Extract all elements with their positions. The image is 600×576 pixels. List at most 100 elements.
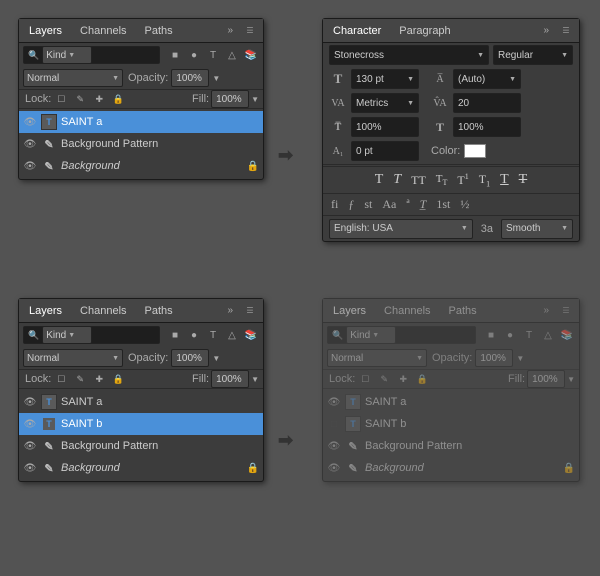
lock-all-icon[interactable]: 🔒 xyxy=(110,91,126,107)
lock-trans-bl[interactable]: ☐ xyxy=(53,371,69,387)
panel-more-bottomleft[interactable]: » xyxy=(227,305,233,316)
opacity-arrow-bottomleft[interactable]: ▼ xyxy=(212,354,220,363)
layer-item-bg-bl[interactable]: 👁 ✎ Background 🔒 xyxy=(19,457,263,479)
filter-smart-icon[interactable]: 📚 xyxy=(243,47,259,63)
tab-character-topright[interactable]: Character xyxy=(329,23,385,39)
eye-icon-saint-a-top[interactable]: 👁 xyxy=(23,115,37,129)
panel-menu-bottomright[interactable]: ☰ xyxy=(559,304,573,318)
eye-icon-bg-top[interactable]: 👁 xyxy=(23,159,37,173)
antialias-select[interactable]: Smooth ▼ xyxy=(501,219,573,239)
tab-paragraph-topright[interactable]: Paragraph xyxy=(395,23,454,39)
lock-all-br[interactable]: 🔒 xyxy=(414,371,430,387)
panel-more-topleft[interactable]: » xyxy=(227,25,233,36)
blend-mode-select-bottomleft[interactable]: Normal ▼ xyxy=(23,349,123,367)
layer-item-bg-pattern-bl[interactable]: 👁 ✎ Background Pattern xyxy=(19,435,263,457)
lock-pos-br[interactable]: ✚ xyxy=(395,371,411,387)
typo-TT-allcaps[interactable]: TT xyxy=(409,172,428,189)
opacity-value-br[interactable]: 100% xyxy=(475,349,513,367)
font-size-input[interactable]: 130 pt ▼ xyxy=(351,69,419,89)
tab-paths-topleft[interactable]: Paths xyxy=(141,23,177,39)
filter-text-icon-bl[interactable]: T xyxy=(205,327,221,343)
eye-icon-bg-pattern-br[interactable]: 👁 xyxy=(327,439,341,453)
lock-image-icon[interactable]: ✎ xyxy=(72,91,88,107)
tab-layers-topleft[interactable]: Layers xyxy=(25,23,66,39)
layer-item-bg-br[interactable]: 👁 ✎ Background 🔒 xyxy=(323,457,579,479)
ot-st[interactable]: st xyxy=(362,196,374,213)
lock-img-br[interactable]: ✎ xyxy=(376,371,392,387)
fill-value-br[interactable]: 100% xyxy=(527,370,565,388)
filter-pixel-icon-br[interactable]: ■ xyxy=(483,327,499,343)
eye-icon-bg-br[interactable]: 👁 xyxy=(327,461,341,475)
panel-menu-topleft[interactable]: ☰ xyxy=(243,24,257,38)
typo-T-under[interactable]: T xyxy=(498,171,511,189)
scale-v-input[interactable]: 100% xyxy=(453,117,521,137)
panel-menu-topright[interactable]: ☰ xyxy=(559,24,573,38)
opacity-value-bottomleft[interactable]: 100% xyxy=(171,349,209,367)
tab-layers-bottomleft[interactable]: Layers xyxy=(25,303,66,319)
lock-img-bl[interactable]: ✎ xyxy=(72,371,88,387)
search-box-bottomright[interactable]: 🔍 Kind ▼ xyxy=(327,326,476,344)
kerning-input[interactable]: Metrics ▼ xyxy=(351,93,419,113)
lock-trans-br[interactable]: ☐ xyxy=(357,371,373,387)
panel-more-bottomright[interactable]: » xyxy=(543,305,549,316)
tab-channels-topleft[interactable]: Channels xyxy=(76,23,130,39)
blend-mode-select-topleft[interactable]: Normal ▼ xyxy=(23,69,123,87)
leading-input[interactable]: (Auto) ▼ xyxy=(453,69,521,89)
eye-icon-saint-a-bl[interactable]: 👁 xyxy=(23,395,37,409)
font-style-input[interactable]: Regular ▼ xyxy=(493,45,573,65)
eye-icon-bg-pattern-top[interactable]: 👁 xyxy=(23,137,37,151)
lock-position-icon[interactable]: ✚ xyxy=(91,91,107,107)
color-swatch[interactable] xyxy=(464,144,486,158)
font-family-input[interactable]: Stonecross ▼ xyxy=(329,45,489,65)
tab-paths-bottomleft[interactable]: Paths xyxy=(141,303,177,319)
kind-select-br[interactable]: Kind ▼ xyxy=(346,326,396,344)
ot-frac2[interactable]: ½ xyxy=(458,196,471,213)
ot-frac[interactable]: ƒ xyxy=(346,196,356,213)
eye-icon-saint-a-br[interactable]: 👁 xyxy=(327,395,341,409)
panel-more-topright[interactable]: » xyxy=(543,25,549,36)
filter-smart-icon-bl[interactable]: 📚 xyxy=(243,327,259,343)
layer-item-saint-b-br[interactable]: □ T SAINT b xyxy=(323,413,579,435)
search-box-bottomleft[interactable]: 🔍 Kind ▼ xyxy=(23,326,160,344)
tab-channels-bottomright[interactable]: Channels xyxy=(380,303,434,319)
tab-layers-bottomright[interactable]: Layers xyxy=(329,303,370,319)
filter-adj-icon-br[interactable]: ● xyxy=(502,327,518,343)
ot-aa[interactable]: Aa xyxy=(380,196,398,213)
scale-h-input[interactable]: 100% xyxy=(351,117,419,137)
baseline-input[interactable]: 0 pt xyxy=(351,141,419,161)
ot-ordinal[interactable]: 1st xyxy=(434,196,452,213)
filter-text-icon-br[interactable]: T xyxy=(521,327,537,343)
language-select[interactable]: English: USA ▼ xyxy=(329,219,473,239)
blend-mode-select-br[interactable]: Normal ▼ xyxy=(327,349,427,367)
tab-paths-bottomright[interactable]: Paths xyxy=(445,303,481,319)
filter-pixel-icon[interactable]: ■ xyxy=(167,47,183,63)
tracking-input[interactable]: 20 xyxy=(453,93,521,113)
opacity-arrow-br[interactable]: ▼ xyxy=(516,354,524,363)
fill-arrow-topleft[interactable]: ▼ xyxy=(251,95,259,104)
filter-pixel-icon-bl[interactable]: ■ xyxy=(167,327,183,343)
eye-icon-bg-pattern-bl[interactable]: 👁 xyxy=(23,439,37,453)
layer-item-saint-a-top[interactable]: 👁 T SAINT a xyxy=(19,111,263,133)
filter-adj-icon-bl[interactable]: ● xyxy=(186,327,202,343)
fill-value-topleft[interactable]: 100% xyxy=(211,90,249,108)
layer-item-bg-pattern-top[interactable]: 👁 ✎ Background Pattern xyxy=(19,133,263,155)
filter-shape-icon-bl[interactable]: △ xyxy=(224,327,240,343)
layer-item-saint-a-br[interactable]: 👁 T SAINT a xyxy=(323,391,579,413)
kind-select-bottomleft[interactable]: Kind ▼ xyxy=(42,326,92,344)
eye-icon-saint-b-bl[interactable]: 👁 xyxy=(23,417,37,431)
filter-smart-icon-br[interactable]: 📚 xyxy=(559,327,575,343)
layer-item-bg-top[interactable]: 👁 ✎ Background 🔒 xyxy=(19,155,263,177)
opacity-value-topleft[interactable]: 100% xyxy=(171,69,209,87)
typo-T-super[interactable]: T1 xyxy=(455,171,470,189)
eye-icon-bg-bl[interactable]: 👁 xyxy=(23,461,37,475)
filter-shape-icon-br[interactable]: △ xyxy=(540,327,556,343)
fill-arrow-br[interactable]: ▼ xyxy=(567,375,575,384)
filter-text-icon[interactable]: T xyxy=(205,47,221,63)
ot-a-ord[interactable]: ª xyxy=(404,196,411,213)
opacity-arrow-topleft[interactable]: ▼ xyxy=(212,74,220,83)
layer-item-bg-pattern-br[interactable]: 👁 ✎ Background Pattern xyxy=(323,435,579,457)
typo-T-strike[interactable]: T xyxy=(517,171,530,189)
search-box-topleft[interactable]: 🔍 Kind ▼ xyxy=(23,46,160,64)
filter-shape-icon[interactable]: △ xyxy=(224,47,240,63)
eye-icon-saint-b-br[interactable]: □ xyxy=(327,417,341,431)
